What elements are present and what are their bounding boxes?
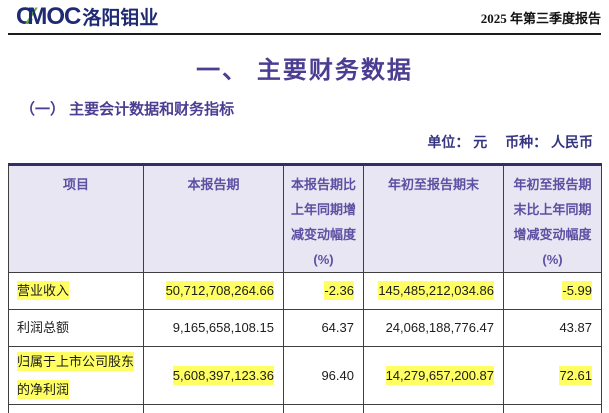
highlighted-text: 50,712,708,264.66 [166,281,274,300]
table-row: 利润总额 9,165,658,108.15 64.37 24,068,188,776.… [9,310,602,347]
value-cell: 64.37 [284,310,364,347]
logo-chinese-name: 洛阳钼业 [82,8,158,29]
cell-text: 64.37 [321,320,354,335]
value-cell: 96.40 [284,347,364,405]
column-header: 年初至报告期末 [364,165,504,273]
value-cell: 5,608,397,123.36 [144,347,284,405]
value-cell [364,405,504,413]
value-cell: 14,279,657,200.87 [364,347,504,405]
column-header: 本报告期比上年同期增减变动幅度(%) [284,165,364,273]
value-cell: -5.99 [504,273,602,310]
cell-text: 96.40 [321,368,354,383]
table-body: 营业收入 50,712,708,264.66 -2.36 145,485,212,03… [9,273,602,413]
column-header: 项目 [9,165,144,273]
value-cell: -2.36 [284,273,364,310]
highlighted-text: 145,485,212,034.86 [378,281,494,300]
cell-text: 24,068,188,776.47 [386,320,494,335]
value-cell: 50,712,708,264.66 [144,273,284,310]
item-name-cell [9,405,144,413]
cell-text: 43.87 [559,320,592,335]
table-row: 归属于上市公司股东的净利润 5,608,397,123.36 96.40 14,279… [9,347,602,405]
cell-text: 9,165,658,108.15 [173,320,274,335]
table-row: 营业收入 50,712,708,264.66 -2.36 145,485,212,03… [9,273,602,310]
highlighted-text: 营业收入 [17,281,69,300]
highlighted-text: 5,608,397,123.36 [173,366,274,385]
logo-letters-moc: MOC [27,3,80,30]
value-cell: 145,485,212,034.86 [364,273,504,310]
value-cell: 24,068,188,776.47 [364,310,504,347]
value-cell: 72.61 [504,347,602,405]
column-header: 本报告期 [144,165,284,273]
value-cell [144,405,284,413]
value-cell: 9,165,658,108.15 [144,310,284,347]
item-name-cell: 利润总额 [9,310,144,347]
highlighted-text: -2.36 [324,281,354,300]
section-title: 一、 主要财务数据 [0,57,609,85]
value-cell [284,405,364,413]
highlighted-text: 14,279,657,200.87 [386,366,494,385]
highlighted-text: -5.99 [562,281,592,300]
column-header: 年初至报告期末比上年同期增减变动幅度(%) [504,165,602,273]
report-period-label: 2025 年第三季度报告 [481,8,601,30]
financial-data-table: 项目本报告期本报告期比上年同期增减变动幅度(%)年初至报告期末年初至报告期末比上… [8,163,602,413]
item-name-cell: 营业收入 [9,273,144,310]
highlighted-text: 72.61 [559,366,592,385]
value-cell: 43.87 [504,310,602,347]
item-name-cell: 归属于上市公司股东的净利润 [9,347,144,405]
highlighted-text: 归属于上市公司股东的净利润 [17,352,134,399]
section-subtitle: （一） 主要会计数据和财务指标 [20,101,609,119]
cell-text: 利润总额 [17,320,69,335]
table-row [9,405,602,413]
table-header-row: 项目本报告期本报告期比上年同期增减变动幅度(%)年初至报告期末年初至报告期末比上… [9,165,602,273]
unit-currency-label: 单位： 元 币种： 人民币 [0,134,593,151]
value-cell [504,405,602,413]
page-header: C∕MOC洛阳钼业 2025 年第三季度报告 [8,0,601,35]
company-logo: C∕MOC洛阳钼业 [16,6,158,30]
